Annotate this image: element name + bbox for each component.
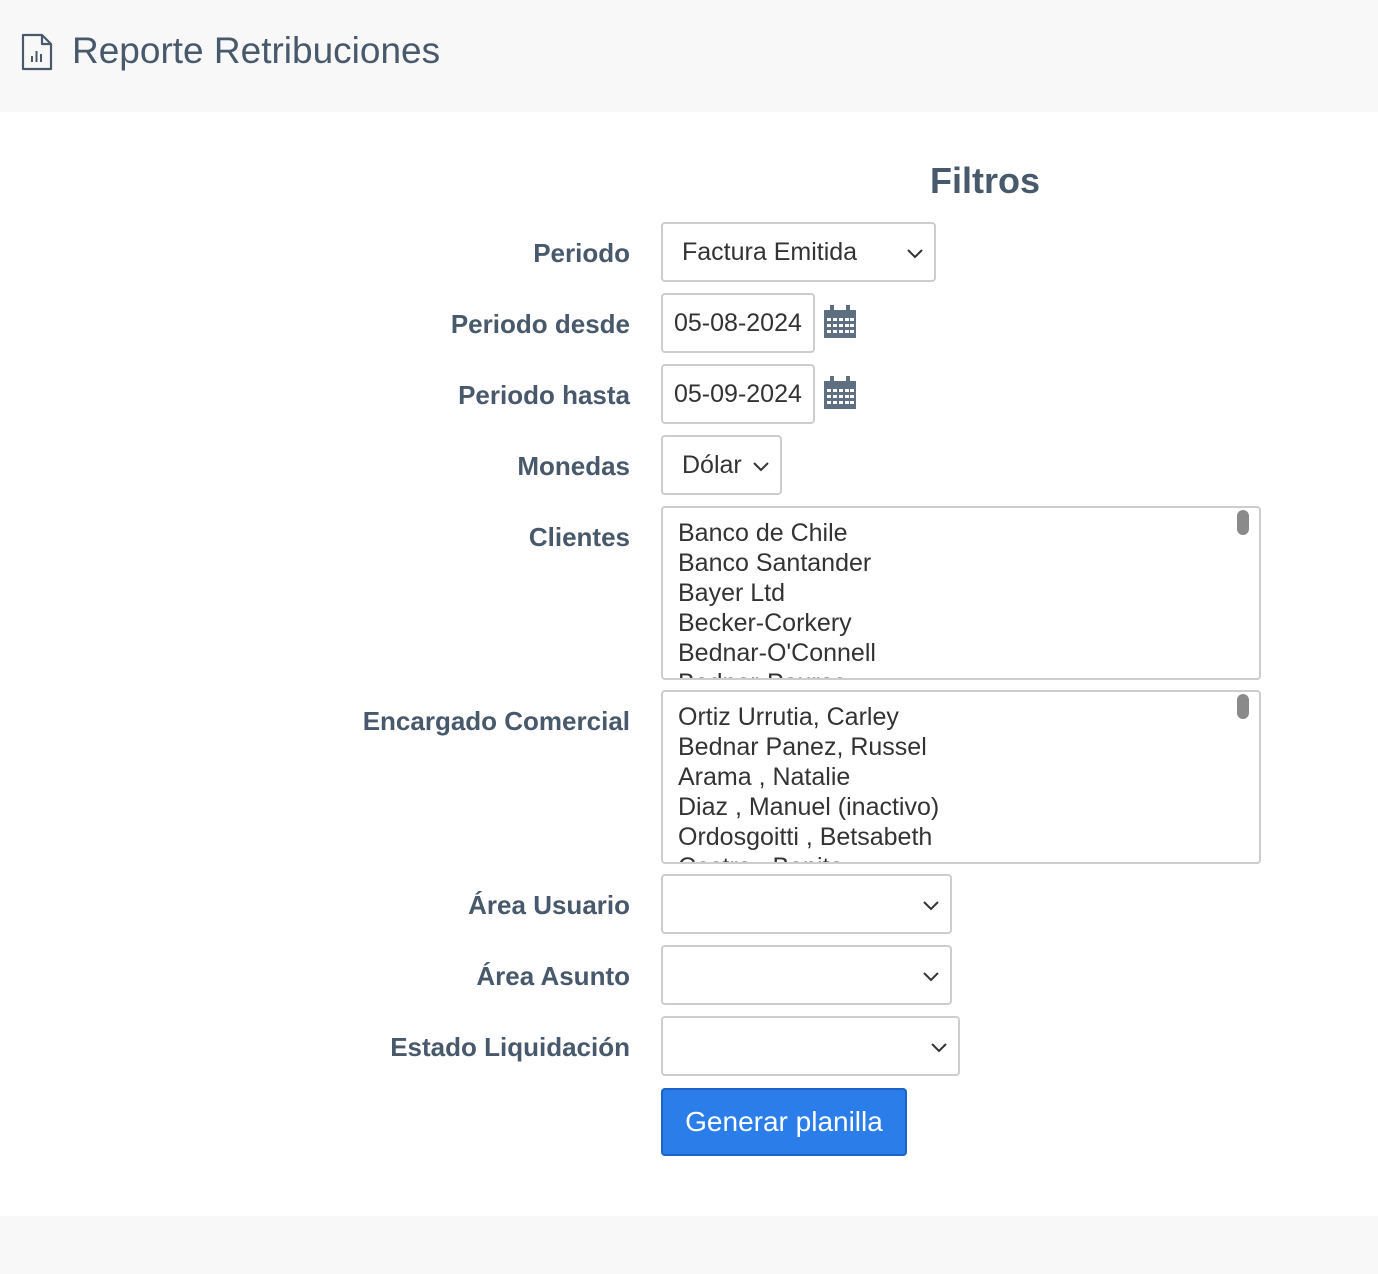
estado-liquidacion-select[interactable] xyxy=(661,1016,960,1076)
list-item[interactable]: Diaz , Manuel (inactivo) xyxy=(678,792,939,822)
area-usuario-label: Área Usuario xyxy=(468,890,630,920)
list-item[interactable]: Bednar-Pouros xyxy=(678,668,876,678)
chevron-down-icon xyxy=(907,249,923,259)
scrollbar-thumb[interactable] xyxy=(1237,694,1249,719)
periodo-hasta-label: Periodo hasta xyxy=(458,380,630,410)
calendar-icon[interactable] xyxy=(823,376,857,410)
periodo-label: Periodo xyxy=(533,238,630,268)
list-item[interactable]: Castro , Benito xyxy=(678,852,939,862)
monedas-select[interactable]: Dólar xyxy=(661,435,782,495)
periodo-desde-input[interactable]: 05-08-2024 xyxy=(661,293,815,353)
list-item[interactable]: Bayer Ltd xyxy=(678,578,876,608)
list-item[interactable]: Bednar-O'Connell xyxy=(678,638,876,668)
chevron-down-icon xyxy=(753,462,769,472)
list-item[interactable]: Ordosgoitti , Betsabeth xyxy=(678,822,939,852)
scrollbar-thumb[interactable] xyxy=(1237,510,1249,535)
list-item[interactable]: Arama , Natalie xyxy=(678,762,939,792)
filters-heading: Filtros xyxy=(930,160,1041,201)
periodo-desde-label: Periodo desde xyxy=(450,309,630,339)
periodo-desde-value: 05-08-2024 xyxy=(674,309,802,337)
periodo-hasta-input[interactable]: 05-09-2024 xyxy=(661,364,815,424)
list-item[interactable]: Bednar Panez, Russel xyxy=(678,732,939,762)
encargado-comercial-label: Encargado Comercial xyxy=(362,706,630,736)
chevron-down-icon xyxy=(923,901,939,911)
area-asunto-label: Área Asunto xyxy=(476,961,630,991)
chevron-down-icon xyxy=(923,972,939,982)
clientes-label: Clientes xyxy=(528,522,630,552)
filters-panel: Filtros Periodo Factura Emitida Periodo … xyxy=(0,112,1378,1216)
list-item[interactable]: Becker-Corkery xyxy=(678,608,876,638)
list-item[interactable]: Ortiz Urrutia, Carley xyxy=(678,702,939,732)
periodo-hasta-value: 05-09-2024 xyxy=(674,380,802,408)
chevron-down-icon xyxy=(931,1043,947,1053)
report-document-icon xyxy=(21,33,53,71)
clientes-listbox[interactable]: Banco de Chile Banco Santander Bayer Ltd… xyxy=(661,506,1261,680)
encargado-comercial-listbox[interactable]: Ortiz Urrutia, Carley Bednar Panez, Russ… xyxy=(661,690,1261,864)
page-header: Reporte Retribuciones xyxy=(0,0,1378,112)
monedas-select-value: Dólar xyxy=(682,451,742,479)
page-title: Reporte Retribuciones xyxy=(72,30,441,71)
periodo-select-value: Factura Emitida xyxy=(682,238,858,266)
area-asunto-select[interactable] xyxy=(661,945,952,1005)
generar-planilla-button[interactable]: Generar planilla xyxy=(661,1088,907,1156)
area-usuario-select[interactable] xyxy=(661,874,952,934)
list-item[interactable]: Banco de Chile xyxy=(678,518,876,548)
periodo-select[interactable]: Factura Emitida xyxy=(661,222,936,282)
list-item[interactable]: Banco Santander xyxy=(678,548,876,578)
monedas-label: Monedas xyxy=(517,451,630,481)
estado-liquidacion-label: Estado Liquidación xyxy=(390,1032,630,1062)
calendar-icon[interactable] xyxy=(823,305,857,339)
